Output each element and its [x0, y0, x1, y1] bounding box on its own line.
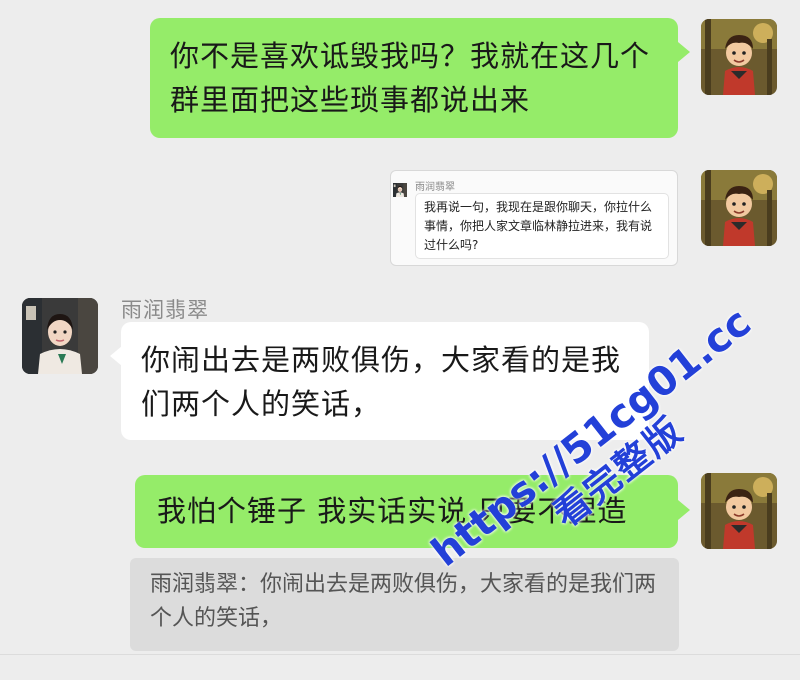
quoted-message-text: 我再说一句，我现在是跟你聊天，你拉什么事情，你把人家文章临林静拉进来，我有说过什…	[415, 193, 669, 259]
message-bubble-sent[interactable]: 你不是喜欢诋毁我吗？我就在这几个群里面把这些琐事都说出来	[150, 18, 678, 138]
reply-quote-preview[interactable]: 雨润翡翠：你闹出去是两败俱伤，大家看的是我们两个人的笑话，	[130, 558, 679, 651]
message-text: 你闹出去是两败俱伤，大家看的是我们两个人的笑话，	[141, 343, 622, 421]
self-avatar[interactable]	[701, 19, 777, 95]
contact-thumbnail-icon	[393, 179, 407, 201]
self-avatar-icon	[701, 19, 777, 95]
reply-quote-text: 雨润翡翠：你闹出去是两败俱伤，大家看的是我们两个人的笑话，	[150, 572, 657, 631]
self-avatar-icon	[701, 473, 777, 549]
quoted-message-card[interactable]: 雨润翡翠 我再说一句，我现在是跟你聊天，你拉什么事情，你把人家文章临林静拉进来，…	[390, 170, 678, 266]
bottom-divider	[0, 654, 800, 655]
self-avatar[interactable]	[701, 473, 777, 549]
bubble-tail	[678, 42, 690, 62]
sender-name: 雨润翡翠	[121, 298, 209, 322]
self-avatar-icon	[701, 170, 777, 246]
message-bubble-received[interactable]: 你闹出去是两败俱伤，大家看的是我们两个人的笑话，	[121, 322, 649, 440]
message-text: 你不是喜欢诋毁我吗？我就在这几个群里面把这些琐事都说出来	[170, 39, 651, 117]
contact-avatar-icon	[22, 298, 98, 374]
message-bubble-sent[interactable]: 我怕个锤子 我实话实说 只要不捏造	[135, 475, 678, 548]
self-avatar[interactable]	[701, 170, 777, 246]
bubble-tail	[678, 500, 690, 520]
contact-avatar[interactable]	[22, 298, 98, 374]
quoted-sender-name: 雨润翡翠	[415, 182, 455, 193]
message-text: 我怕个锤子 我实话实说 只要不捏造	[157, 494, 628, 528]
